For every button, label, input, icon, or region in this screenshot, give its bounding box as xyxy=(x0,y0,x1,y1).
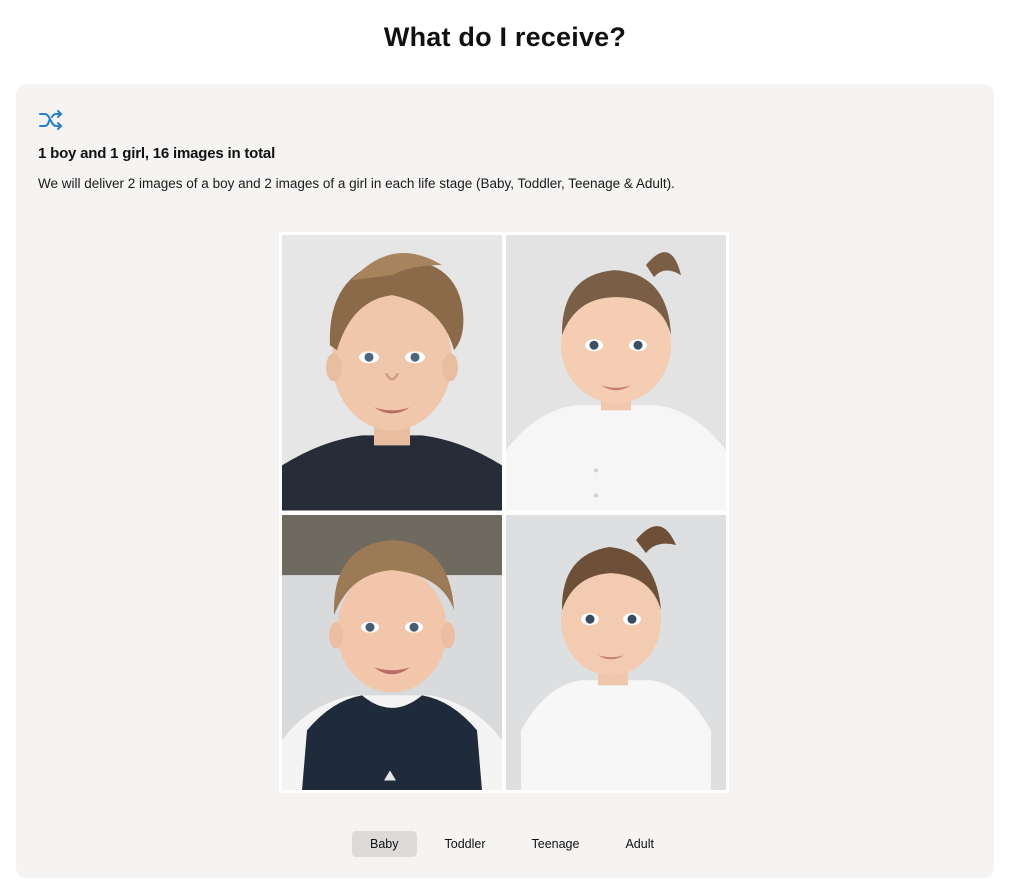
tab-teenage[interactable]: Teenage xyxy=(514,831,598,857)
tab-baby[interactable]: Baby xyxy=(352,831,417,857)
photo-boy-2 xyxy=(282,514,502,790)
photo-girl-2 xyxy=(506,514,726,790)
tab-adult[interactable]: Adult xyxy=(607,831,672,857)
photo-grid xyxy=(279,232,729,793)
shuffle-icon xyxy=(38,109,64,131)
info-card: 1 boy and 1 girl, 16 images in total We … xyxy=(16,84,994,878)
life-stage-tabs: Baby Toddler Teenage Adult xyxy=(352,831,672,857)
card-description: We will deliver 2 images of a boy and 2 … xyxy=(38,176,675,191)
photo-boy-1 xyxy=(282,235,502,511)
tab-toddler[interactable]: Toddler xyxy=(427,831,504,857)
page-title: What do I receive? xyxy=(383,22,627,52)
photo-girl-1 xyxy=(506,235,726,511)
card-heading: 1 boy and 1 girl, 16 images in total xyxy=(38,145,276,162)
